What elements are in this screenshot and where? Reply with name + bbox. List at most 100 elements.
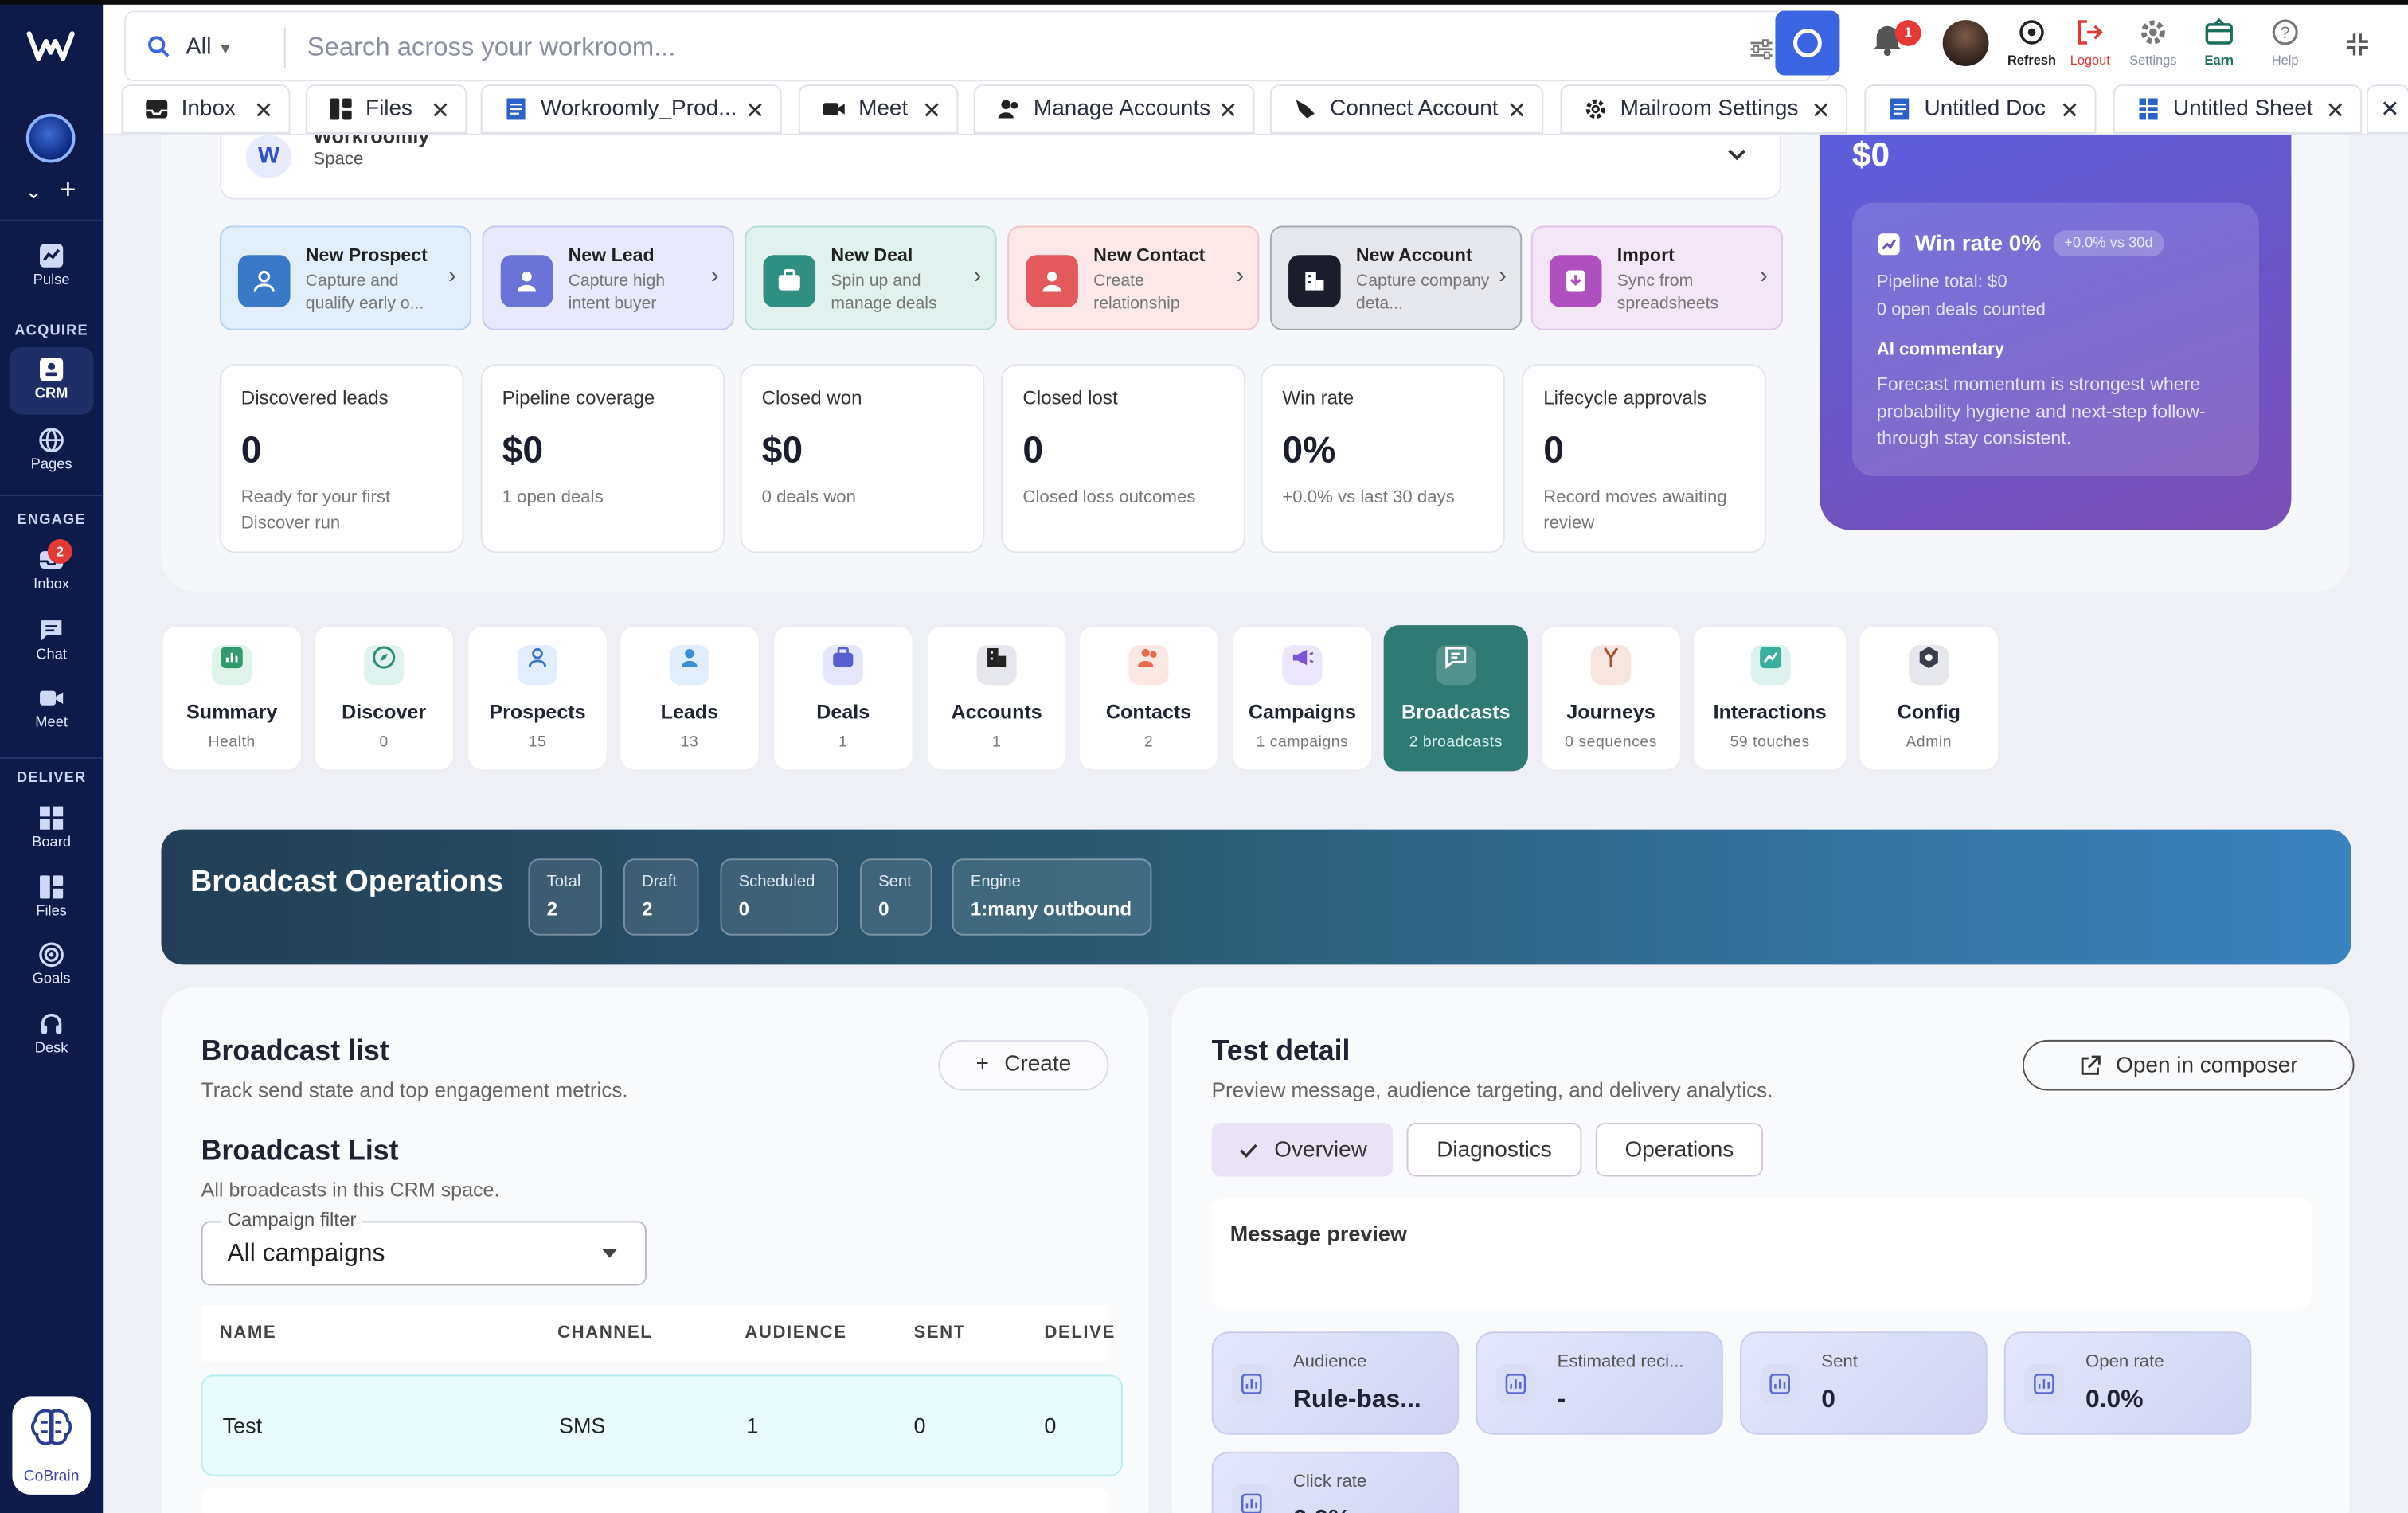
sidebar-item-crm[interactable]: CRM	[9, 346, 94, 415]
notifications-button[interactable]: 1	[1851, 20, 1925, 57]
tab-overflow[interactable]: ✕	[2366, 84, 2408, 134]
tab-untitled-sheet[interactable]: Untitled Sheet ✕	[2113, 84, 2363, 134]
ops-chip-sent: Sent 0	[859, 858, 932, 936]
open-in-composer-button[interactable]: Open in composer	[2022, 1039, 2355, 1091]
plus-icon: +	[975, 1052, 989, 1077]
add-workspace-icon[interactable]: +	[60, 174, 76, 206]
sidebar-item-label: Pages	[30, 455, 72, 474]
settings-button[interactable]: Settings	[2117, 17, 2191, 68]
table-row[interactable]: Test SMS 1 0 0	[201, 1374, 1123, 1476]
close-icon[interactable]: ✕	[1507, 97, 1526, 124]
close-icon[interactable]: ✕	[2326, 97, 2345, 124]
column-header-audience[interactable]: AUDIENCE	[745, 1324, 846, 1343]
tab-operations[interactable]: Operations	[1595, 1123, 1763, 1177]
sidebar-item-desk[interactable]: Desk	[10, 1002, 94, 1069]
new-deal-card[interactable]: New Deal Spin up and manage deals ›	[745, 225, 997, 330]
tab-overview[interactable]: Overview	[1211, 1123, 1394, 1177]
nav-tile-config[interactable]: Config Admin	[1858, 625, 2000, 772]
bar-chart-icon	[1495, 1363, 1536, 1405]
campaign-filter-select[interactable]: Campaign filter All campaigns	[201, 1209, 647, 1286]
ops-chip-value: 2	[546, 898, 557, 921]
create-broadcast-button[interactable]: + Create	[938, 1039, 1109, 1091]
nav-tile-accounts[interactable]: Accounts 1	[925, 625, 1068, 772]
user-avatar[interactable]	[1942, 20, 1989, 66]
nav-tile-journeys[interactable]: Journeys 0 sequences	[1540, 625, 1682, 772]
campaign-filter-label: Campaign filter	[221, 1209, 363, 1231]
leads-icon	[669, 645, 710, 686]
new-account-card[interactable]: New Account Capture company deta... ›	[1269, 225, 1523, 330]
sidebar-item-meet[interactable]: Meet	[10, 676, 94, 744]
nav-tile-sub: 1	[991, 734, 1002, 752]
search-submit-button[interactable]	[1775, 10, 1840, 76]
column-header-sent[interactable]: SENT	[913, 1324, 965, 1343]
nav-tile-campaigns[interactable]: Campaigns 1 campaigns	[1231, 625, 1374, 772]
close-icon[interactable]: ✕	[2060, 97, 2079, 124]
nav-tile-deals[interactable]: Deals 1	[772, 625, 914, 772]
sidebar-item-files[interactable]: Files	[10, 865, 94, 932]
sidebar-item-chat[interactable]: Chat	[10, 608, 94, 676]
help-button[interactable]: ? Help	[2248, 17, 2322, 68]
import-card[interactable]: Import Sync from spreadsheets ›	[1530, 225, 1784, 330]
sidebar-item-pages[interactable]: Pages	[10, 418, 94, 486]
cobrain-label: CoBrain	[23, 1468, 80, 1486]
win-rate-text: Win rate 0%	[1914, 231, 2042, 256]
tab-manage-accounts[interactable]: Manage Accounts ✕	[973, 84, 1255, 134]
collapse-icon[interactable]	[2342, 29, 2373, 61]
nav-tile-contacts[interactable]: Contacts 2	[1077, 625, 1220, 772]
tab-connect-account[interactable]: Connect Account ✕	[1269, 84, 1544, 134]
new-contact-card[interactable]: New Contact Create relationship ›	[1007, 225, 1260, 330]
prospect-icon	[237, 255, 291, 307]
sidebar-item-label: Chat	[36, 647, 67, 664]
tab-meet[interactable]: Meet ✕	[798, 84, 959, 134]
tab-diagnostics[interactable]: Diagnostics	[1406, 1123, 1582, 1177]
tab-label: Operations	[1624, 1137, 1734, 1163]
nav-tile-label: Deals	[816, 700, 870, 724]
gear-icon	[1585, 99, 1605, 119]
new-prospect-card[interactable]: New Prospect Capture and qualify early o…	[219, 225, 472, 330]
close-icon[interactable]: ✕	[922, 97, 941, 124]
bar-chart-icon	[1760, 1363, 1800, 1405]
kpi-value: 0	[1543, 430, 1564, 472]
chart-icon	[1878, 233, 1900, 255]
metric-value: Rule-bas...	[1292, 1385, 1421, 1413]
sidebar-item-board[interactable]: Board	[10, 796, 94, 863]
workroomly-logo-icon[interactable]	[26, 28, 76, 65]
close-icon[interactable]: ✕	[254, 97, 273, 124]
nav-tile-leads[interactable]: Leads 13	[619, 625, 760, 772]
sidebar-item-pulse[interactable]: Pulse	[10, 233, 94, 301]
search-input[interactable]	[307, 27, 1690, 68]
sidebar-item-inbox[interactable]: Inbox 2	[10, 538, 94, 605]
tab-untitled-doc[interactable]: Untitled Doc ✕	[1864, 84, 2097, 134]
chevron-down-icon	[1728, 149, 1746, 161]
tab-files[interactable]: Files ✕	[305, 84, 467, 134]
close-icon[interactable]: ✕	[431, 97, 450, 124]
search-scope-select[interactable]: All ▼	[186, 33, 233, 60]
sidebar-item-goals[interactable]: Goals	[10, 932, 94, 1000]
column-header-name[interactable]: NAME	[220, 1324, 276, 1343]
chevron-down-icon[interactable]: ⌄	[25, 178, 43, 205]
nav-tile-broadcasts[interactable]: Broadcasts 2 broadcasts	[1383, 625, 1528, 772]
table-row[interactable]	[201, 1487, 1109, 1513]
close-icon[interactable]: ✕	[1812, 97, 1831, 124]
close-icon[interactable]: ✕	[2380, 96, 2399, 123]
nav-tile-summary[interactable]: Summary Health	[161, 625, 303, 772]
tab-workroomly-prod[interactable]: Workroomly_Prod... ✕	[480, 84, 782, 134]
close-icon[interactable]: ✕	[745, 97, 764, 124]
new-lead-card[interactable]: New Lead Capture high intent buyer ›	[482, 225, 734, 330]
workspace-avatar[interactable]	[25, 113, 76, 163]
nav-tile-prospects[interactable]: Prospects 15	[467, 625, 608, 772]
close-icon[interactable]: ✕	[1218, 97, 1237, 124]
nav-tile-interactions[interactable]: Interactions 59 touches	[1692, 625, 1848, 772]
space-selector[interactable]: W Workroomly Space	[219, 135, 1782, 200]
video-icon	[40, 690, 64, 706]
column-header-channel[interactable]: CHANNEL	[557, 1324, 652, 1343]
quick-action-title: New Contact	[1093, 244, 1206, 266]
earn-button[interactable]: Earn	[2182, 17, 2256, 68]
filter-sliders-icon[interactable]	[1749, 37, 1774, 61]
tab-inbox[interactable]: Inbox ✕	[121, 84, 291, 134]
tab-mailroom-settings[interactable]: Mailroom Settings ✕	[1560, 84, 1848, 134]
cobrain-button[interactable]: CoBrain	[12, 1396, 91, 1495]
metric-estimated-recipients: Estimated reci... -	[1476, 1331, 1723, 1435]
column-header-delivered[interactable]: DELIVE	[1044, 1324, 1115, 1343]
nav-tile-discover[interactable]: Discover 0	[313, 625, 455, 772]
